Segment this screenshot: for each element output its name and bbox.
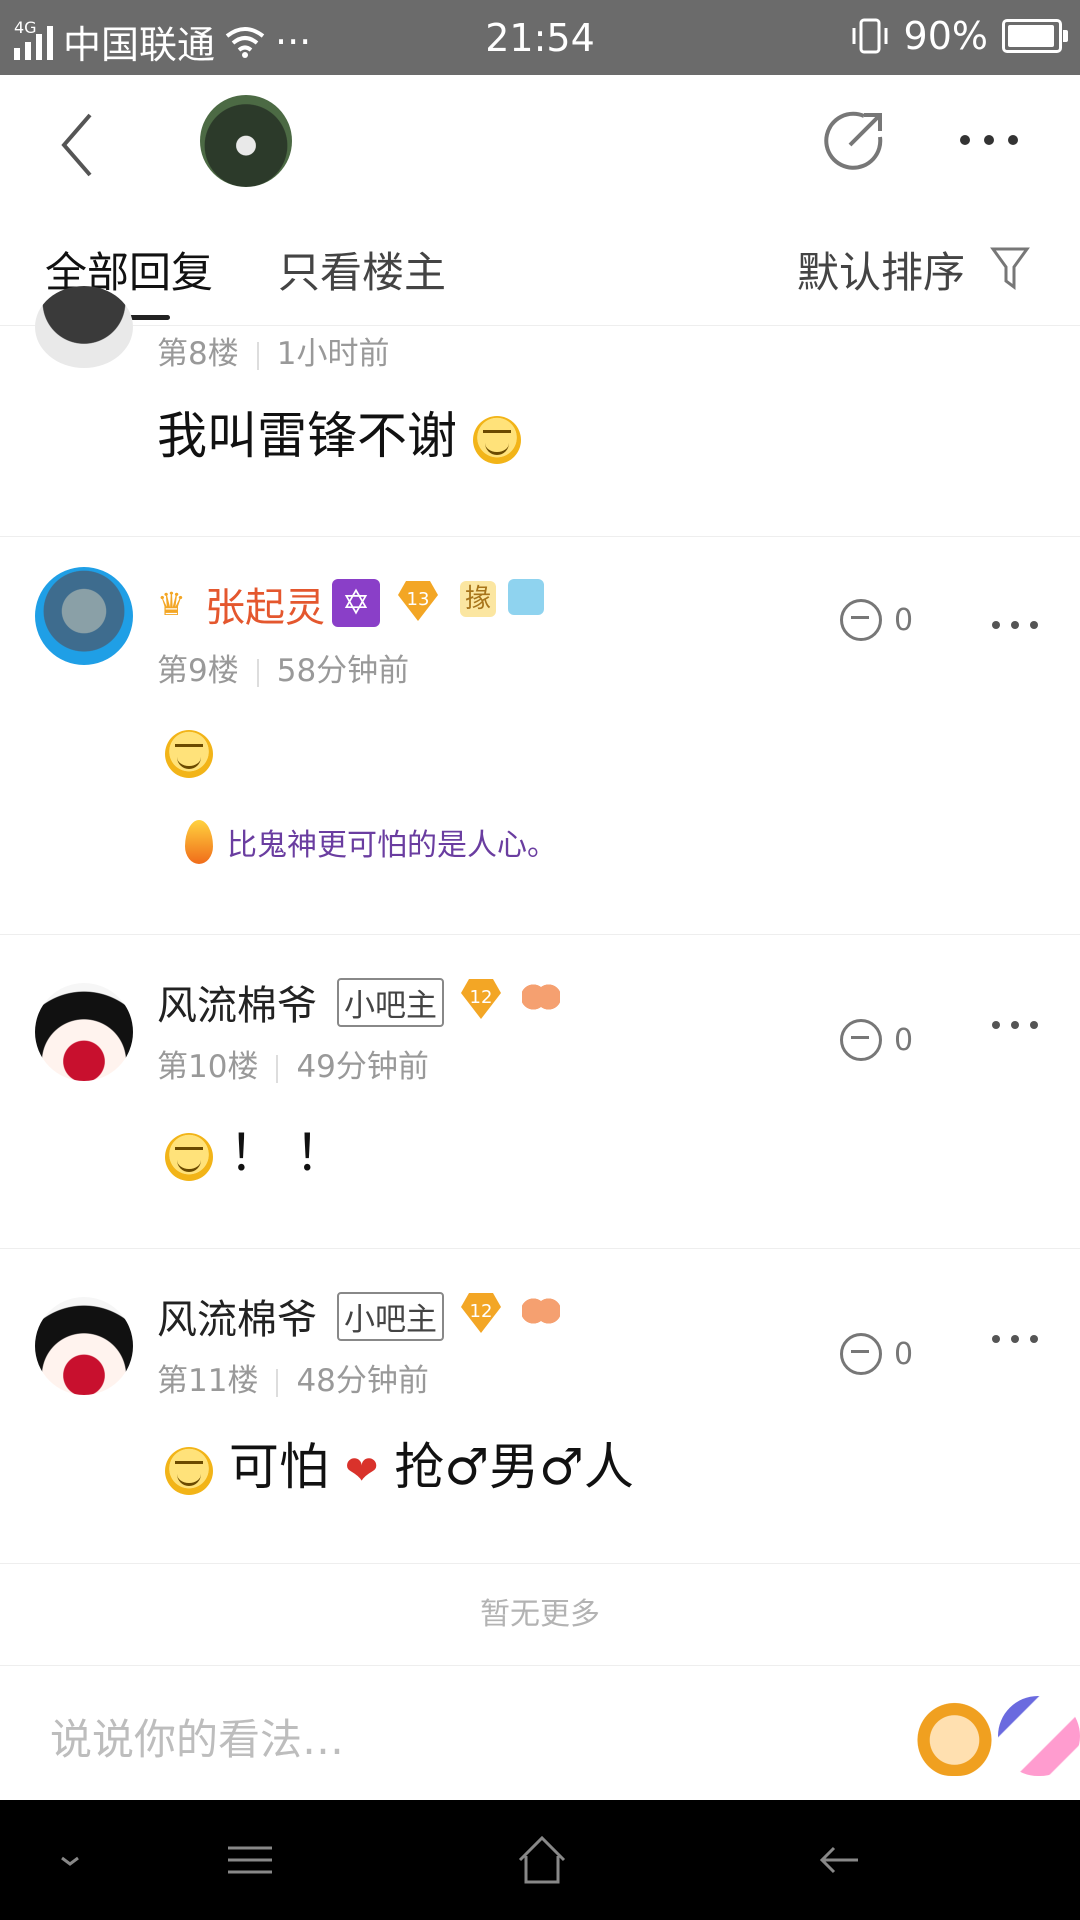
back-nav-icon[interactable] xyxy=(810,1830,870,1890)
home-icon[interactable] xyxy=(512,1830,572,1890)
smiley-emoji xyxy=(472,415,521,464)
level-badge: 12 xyxy=(461,979,501,1019)
vibrate-icon xyxy=(852,18,888,54)
reply-content: 我叫雷锋不谢 xyxy=(157,396,521,468)
system-nav-bar xyxy=(0,1800,1080,1920)
lungs-icon xyxy=(522,981,560,1013)
smiley-emoji xyxy=(165,1446,213,1495)
collapse-icon[interactable] xyxy=(40,1830,100,1890)
menu-icon[interactable] xyxy=(220,1830,280,1890)
like-button[interactable]: 0 xyxy=(840,1329,960,1379)
reply-floor-9: ♛ 张起灵 ✡ 13 掾 第9楼 58分钟前 0 比鬼神更可怕的是人心。 xyxy=(0,537,1080,935)
reply-tabs: 全部回复 只看楼主 默认排序 xyxy=(0,205,1080,326)
avatar[interactable] xyxy=(35,286,133,368)
thread-header xyxy=(0,75,1080,205)
username[interactable]: 张起灵 xyxy=(205,575,325,633)
username[interactable]: 风流棉爷 xyxy=(157,973,317,1031)
moderator-badge: 小吧主 xyxy=(337,978,444,1027)
smiley-emoji xyxy=(165,1132,213,1181)
hexagram-icon: ✡ xyxy=(332,579,380,627)
sticker-icon-2[interactable] xyxy=(998,1696,1080,1776)
like-button[interactable]: 0 xyxy=(840,1015,960,1065)
face-badge-icon xyxy=(508,579,544,615)
smiley-emoji xyxy=(165,729,213,778)
reply-content xyxy=(165,721,213,779)
flame-icon xyxy=(185,820,213,864)
broken-heart-icon: ❤ xyxy=(344,1447,379,1494)
reply-content: 可怕 ❤ 抢♂男♂人 xyxy=(165,1427,634,1499)
status-bar: 4G 中国联通 ··· 21:54 90% xyxy=(0,0,1080,75)
floor-meta: 第11楼 48分钟前 xyxy=(157,1363,429,1399)
reply-floor-11: 风流棉爷 小吧主 12 第11楼 48分钟前 0 可怕 ❤ 抢♂男♂人 xyxy=(0,1249,1080,1564)
reply-floor-10: 风流棉爷 小吧主 12 第10楼 49分钟前 0 ！ ！ xyxy=(0,935,1080,1249)
reply-floor-8: 第8楼 1小时前 我叫雷锋不谢 xyxy=(0,286,1080,537)
moderator-badge: 小吧主 xyxy=(337,1292,444,1341)
like-button[interactable]: 0 xyxy=(840,595,960,645)
crown-icon: ♛ xyxy=(157,585,186,623)
more-icon[interactable] xyxy=(960,125,1030,155)
back-icon[interactable] xyxy=(50,105,120,185)
sticker-icon[interactable] xyxy=(912,1696,997,1776)
like-count: 0 xyxy=(894,602,914,638)
level-badge: 13 xyxy=(398,581,438,621)
reply-content: ！ ！ xyxy=(165,1113,345,1185)
avatar[interactable] xyxy=(35,1297,133,1395)
lungs-icon xyxy=(522,1295,560,1327)
reply-input-bar: 说说你的看法… xyxy=(0,1666,1080,1800)
reply-more-icon[interactable] xyxy=(992,1015,1052,1035)
title-badge: 掾 xyxy=(460,581,496,617)
like-count: 0 xyxy=(894,1022,914,1058)
like-icon xyxy=(840,1333,882,1375)
reply-input[interactable]: 说说你的看法… xyxy=(50,1706,344,1767)
reply-more-icon[interactable] xyxy=(992,1329,1052,1349)
filter-icon[interactable] xyxy=(990,245,1030,291)
username[interactable]: 风流棉爷 xyxy=(157,1287,317,1345)
battery-percent: 90% xyxy=(903,14,988,58)
tab-op-only[interactable]: 只看楼主 xyxy=(278,239,446,300)
no-more-label: 暂无更多 xyxy=(0,1565,1080,1666)
battery-icon xyxy=(1002,19,1068,53)
sort-button[interactable]: 默认排序 xyxy=(797,239,965,300)
floor-meta: 第8楼 1小时前 xyxy=(157,336,390,372)
reply-more-icon[interactable] xyxy=(992,615,1052,635)
avatar[interactable] xyxy=(35,567,133,665)
signature-tail: 比鬼神更可怕的是人心。 xyxy=(185,820,557,864)
forum-avatar[interactable] xyxy=(200,95,292,187)
avatar[interactable] xyxy=(35,983,133,1081)
floor-meta: 第10楼 49分钟前 xyxy=(157,1049,429,1085)
like-icon xyxy=(840,599,882,641)
floor-meta: 第9楼 58分钟前 xyxy=(157,653,410,689)
share-icon[interactable] xyxy=(820,107,890,177)
like-icon xyxy=(840,1019,882,1061)
like-count: 0 xyxy=(894,1336,914,1372)
level-badge: 12 xyxy=(461,1293,501,1333)
